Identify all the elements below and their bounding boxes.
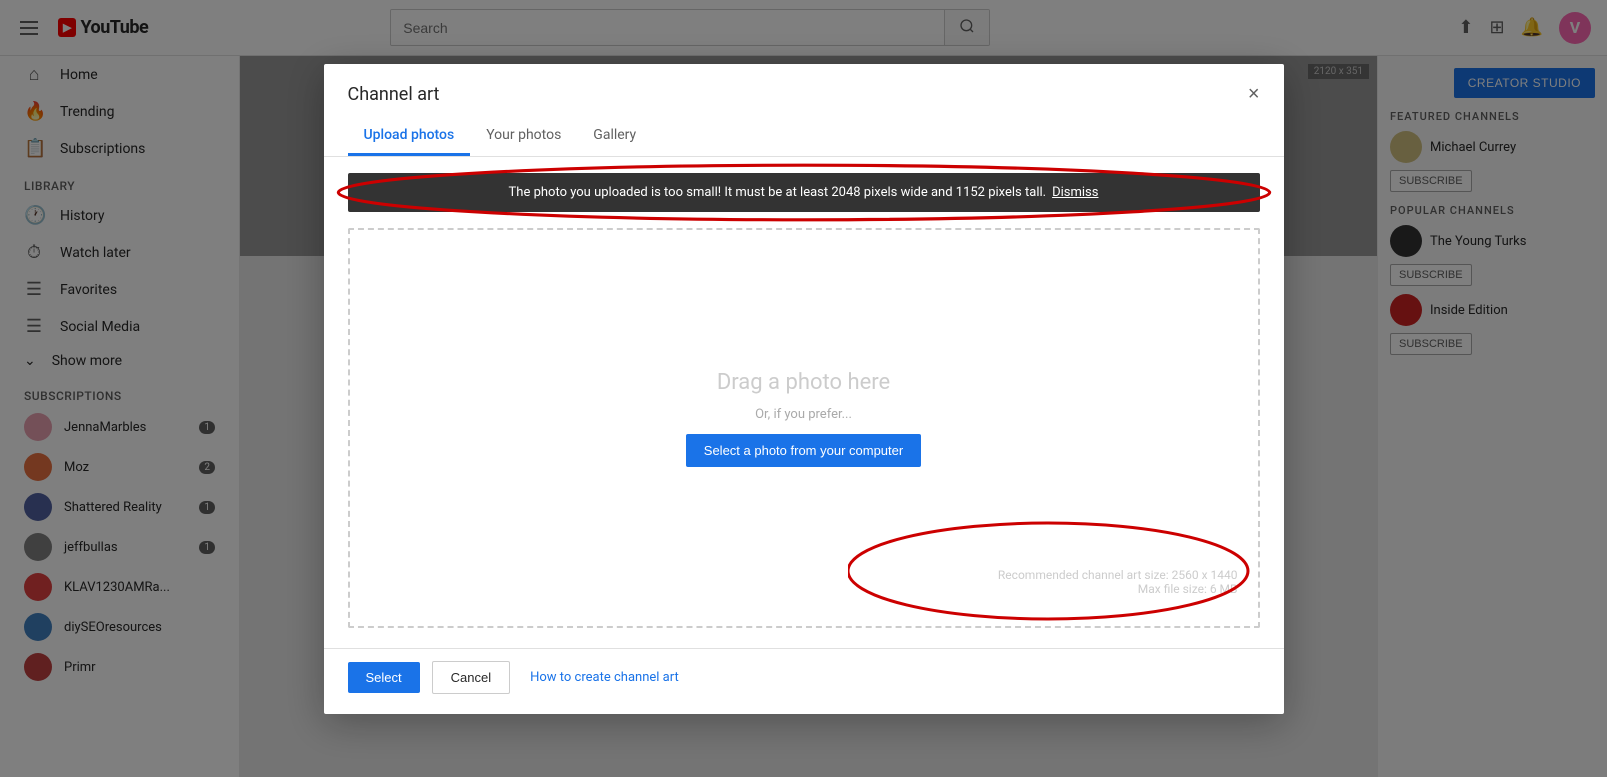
select-from-computer-button[interactable]: Select a photo from your computer bbox=[686, 434, 921, 467]
drop-zone-footer: Recommended channel art size: 2560 x 144… bbox=[370, 568, 1238, 596]
drop-zone[interactable]: Drag a photo here Or, if you prefer... S… bbox=[348, 228, 1260, 628]
error-container: The photo you uploaded is too small! It … bbox=[348, 173, 1260, 212]
dismiss-link[interactable]: Dismiss bbox=[1052, 185, 1098, 200]
drop-zone-main: Drag a photo here Or, if you prefer... S… bbox=[686, 270, 921, 568]
error-message: The photo you uploaded is too small! It … bbox=[509, 185, 1047, 200]
modal-tabs: Upload photos Your photos Gallery bbox=[324, 117, 1284, 157]
or-text: Or, if you prefer... bbox=[755, 407, 852, 422]
max-file-size-text: Max file size: 6 MB bbox=[370, 582, 1238, 596]
recommended-size-text: Recommended channel art size: 2560 x 144… bbox=[370, 568, 1238, 582]
tab-your-photos[interactable]: Your photos bbox=[470, 117, 577, 156]
modal-header: Channel art × bbox=[324, 64, 1284, 105]
tab-gallery[interactable]: Gallery bbox=[577, 117, 652, 156]
modal-footer: Select Cancel How to create channel art bbox=[324, 648, 1284, 714]
tab-upload-photos[interactable]: Upload photos bbox=[348, 117, 471, 156]
drag-text: Drag a photo here bbox=[717, 370, 890, 395]
drop-zone-footer-area: Recommended channel art size: 2560 x 144… bbox=[370, 568, 1238, 596]
modal-select-button[interactable]: Select bbox=[348, 662, 420, 693]
modal-cancel-button[interactable]: Cancel bbox=[432, 661, 510, 694]
how-to-link[interactable]: How to create channel art bbox=[530, 670, 679, 685]
modal-overlay: Channel art × Upload photos Your photos … bbox=[0, 0, 1607, 777]
channel-art-modal: Channel art × Upload photos Your photos … bbox=[324, 64, 1284, 714]
error-bar: The photo you uploaded is too small! It … bbox=[348, 173, 1260, 212]
modal-title: Channel art bbox=[348, 84, 440, 105]
modal-close-button[interactable]: × bbox=[1248, 84, 1260, 104]
modal-body: The photo you uploaded is too small! It … bbox=[324, 157, 1284, 648]
